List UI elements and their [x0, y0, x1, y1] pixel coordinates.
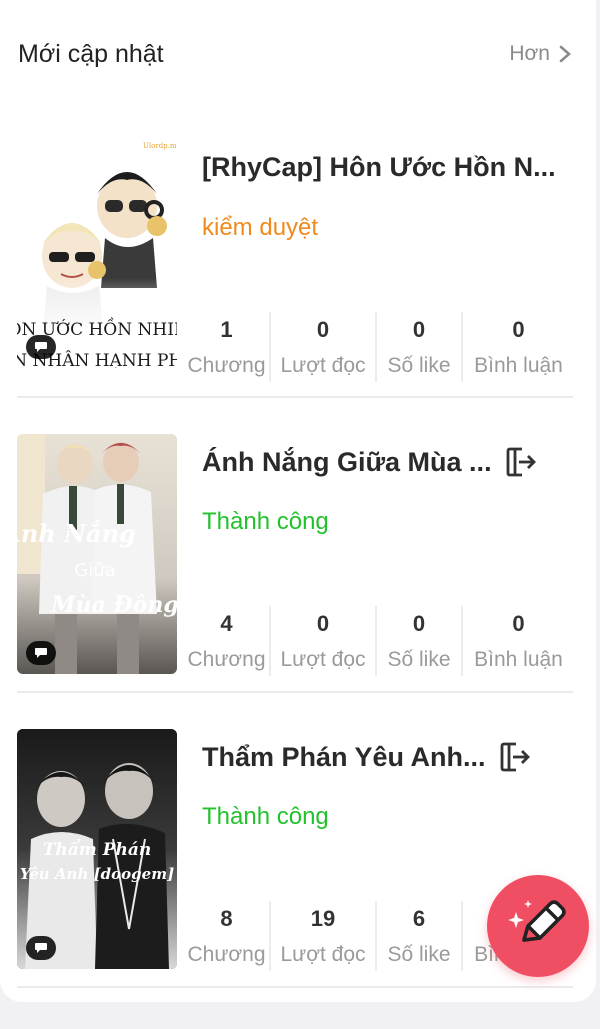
more-link[interactable]: Hơn — [509, 42, 572, 66]
stat-label: Bình luận — [474, 648, 563, 671]
story-title-row[interactable]: Thẩm Phán Yêu Anh... — [202, 740, 573, 774]
chevron-right-icon — [559, 45, 571, 63]
stat-label: Lượt đọc — [280, 648, 366, 671]
stat-value: 8 — [220, 906, 233, 931]
stat-label: Số like — [387, 943, 451, 966]
cover-watermark: Ulordp.m — [143, 142, 177, 150]
story-status: kiểm duyệt — [202, 214, 319, 241]
stat-label: Lượt đọc — [280, 943, 366, 966]
more-label: Hơn — [509, 42, 550, 65]
stat-label: Chương — [187, 943, 266, 966]
story-item[interactable]: Ánh Nắng Giữa Mùa Đông Ánh Nắng Giữa Mùa… — [17, 398, 573, 693]
stat-reads: 0 Lượt đọc — [271, 606, 377, 676]
stat-chapters: 1 Chương — [184, 312, 271, 382]
pencil-sparkle-icon — [508, 900, 566, 942]
stat-chapters: 8 Chương — [184, 901, 271, 971]
story-title: Thẩm Phán Yêu Anh... — [202, 741, 486, 772]
cover-text-line2: Giữa — [74, 560, 115, 581]
cover-illustration: Thẩm Phán Yêu Anh [doogem] — [17, 729, 177, 969]
stat-label: Lượt đọc — [280, 354, 366, 377]
story-item[interactable]: Ulordp.m HÔN ƯỚC HỒN NHIÊN HÔN NHÂN HẠNH… — [17, 128, 573, 398]
stat-comments: 0 Bình luận — [463, 312, 574, 382]
stat-chapters: 4 Chương — [184, 606, 271, 676]
story-cover[interactable]: Ánh Nắng Giữa Mùa Đông — [17, 434, 177, 674]
stat-label: Số like — [387, 354, 451, 377]
stat-label: Bình luận — [474, 354, 563, 377]
stat-value: 1 — [220, 317, 233, 342]
cover-illustration: Ánh Nắng Giữa Mùa Đông — [17, 434, 177, 674]
stat-label: Số like — [387, 648, 451, 671]
story-title: Ánh Nắng Giữa Mùa ... — [202, 446, 492, 477]
story-status: Thành công — [202, 508, 329, 535]
stat-reads: 0 Lượt đọc — [271, 312, 377, 382]
exit-icon[interactable] — [498, 740, 532, 774]
story-status: Thành công — [202, 803, 329, 830]
stat-value: 0 — [316, 611, 330, 636]
exit-icon[interactable] — [504, 445, 538, 479]
stat-value: 19 — [310, 906, 336, 931]
stat-value: 6 — [412, 906, 426, 931]
section-title: Mới cập nhật — [18, 39, 164, 68]
write-story-button[interactable] — [487, 875, 589, 977]
story-title: [RhyCap] Hôn Ước Hồn N... — [202, 152, 556, 182]
comment-icon — [35, 342, 47, 352]
story-stats: 1 Chương 0 Lượt đọc 0 Số like 0 Bình luận — [184, 312, 574, 382]
cover-illustration: Ulordp.m HÔN ƯỚC HỒN NHIÊN HÔN NHÂN HẠNH… — [17, 142, 177, 368]
stat-likes: 0 Số like — [377, 312, 463, 382]
stat-value: 0 — [512, 317, 525, 342]
story-cover[interactable]: Thẩm Phán Yêu Anh [doogem] — [17, 729, 177, 969]
stat-reads: 19 Lượt đọc — [271, 901, 377, 971]
stat-value: 0 — [412, 317, 426, 342]
story-title-row[interactable]: Ánh Nắng Giữa Mùa ... — [202, 445, 573, 479]
stat-value: 0 — [412, 611, 426, 636]
stat-likes: 0 Số like — [377, 606, 463, 676]
story-title-row[interactable]: [RhyCap] Hôn Ước Hồn N... — [202, 152, 573, 183]
cover-text-line2: Yêu Anh [doogem] — [20, 865, 174, 883]
stat-label: Chương — [187, 354, 266, 377]
comment-badge — [26, 641, 56, 665]
comment-badge — [26, 936, 56, 960]
comment-icon — [35, 943, 47, 953]
cover-text-line1: Ánh Nắng — [17, 519, 136, 548]
comment-icon — [35, 648, 47, 658]
story-cover[interactable]: Ulordp.m HÔN ƯỚC HỒN NHIÊN HÔN NHÂN HẠNH… — [17, 128, 177, 368]
stat-value: 0 — [512, 611, 525, 636]
stat-likes: 6 Số like — [377, 901, 463, 971]
cover-text-line3: Mùa Đông — [50, 592, 177, 618]
stat-label: Chương — [187, 648, 266, 671]
stat-value: 4 — [220, 611, 233, 636]
story-stats: 4 Chương 0 Lượt đọc 0 Số like 0 Bình luận — [184, 606, 574, 676]
updates-card: Mới cập nhật Hơn Ulordp.m N ƯỚC HỒN NHI … — [0, 0, 596, 1002]
cover-text-line1: Thẩm Phán — [43, 838, 151, 860]
stat-value: 0 — [316, 317, 330, 342]
stat-comments: 0 Bình luận — [463, 606, 574, 676]
comment-badge — [26, 335, 56, 359]
section-header: Mới cập nhật Hơn — [18, 38, 572, 70]
